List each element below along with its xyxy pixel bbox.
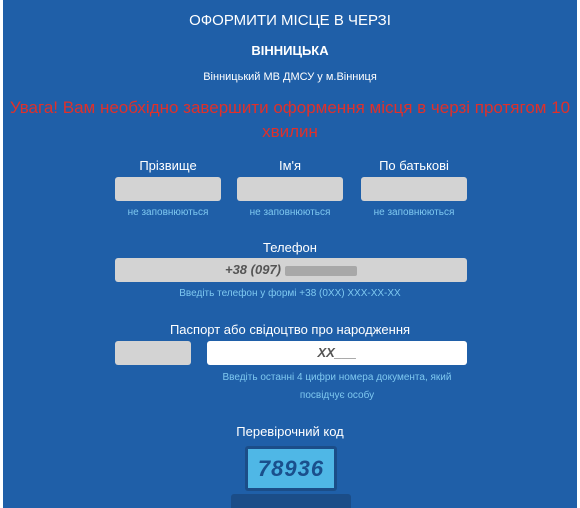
time-limit-warning: Увага! Вам необхідно завершити оформення… [9,98,571,141]
passport-series-input[interactable] [115,341,191,365]
passport-number-input[interactable]: XX___ [207,341,467,365]
phone-label: Телефон [263,240,317,255]
first-name-label: Ім'я [278,158,302,173]
form-title: ОФОРМИТИ МІСЦЕ В ЧЕРЗІ [189,12,391,29]
patronymic-hint: не заповнюються [373,207,455,218]
captcha-image: 78936 [248,449,334,488]
first-name-input[interactable] [237,177,343,201]
phone-hint: Введіть телефон у формі +38 (0XX) XXX-XX… [179,288,401,299]
surname-hint: не заповнюються [127,207,209,218]
redacted-digits [285,265,357,276]
passport-label: Паспорт або свідоцтво про народження [169,322,411,337]
queue-form-panel: ОФОРМИТИ МІСЦЕ В ЧЕРЗІ ВІННИЦЬКА Вінниць… [3,0,577,508]
office-name: Вінницький МВ ДМСУ у м.Вінниця [203,71,377,83]
surname-input[interactable] [115,177,221,201]
phone-value: +38 (097) [224,262,281,277]
captcha-frame: 78936 [245,446,337,491]
patronymic-input[interactable] [361,177,467,201]
patronymic-label: По батькові [379,158,449,173]
captcha-label: Перевірочний код [236,424,344,439]
region-name: ВІННИЦЬКА [251,43,329,58]
surname-label: Прізвище [139,158,197,173]
phone-input[interactable]: +38 (097) [115,258,467,282]
passport-hint: Введіть останні 4 цифри номера документа… [222,372,452,401]
captcha-input[interactable] [231,494,351,508]
first-name-hint: не заповнюються [249,207,331,218]
